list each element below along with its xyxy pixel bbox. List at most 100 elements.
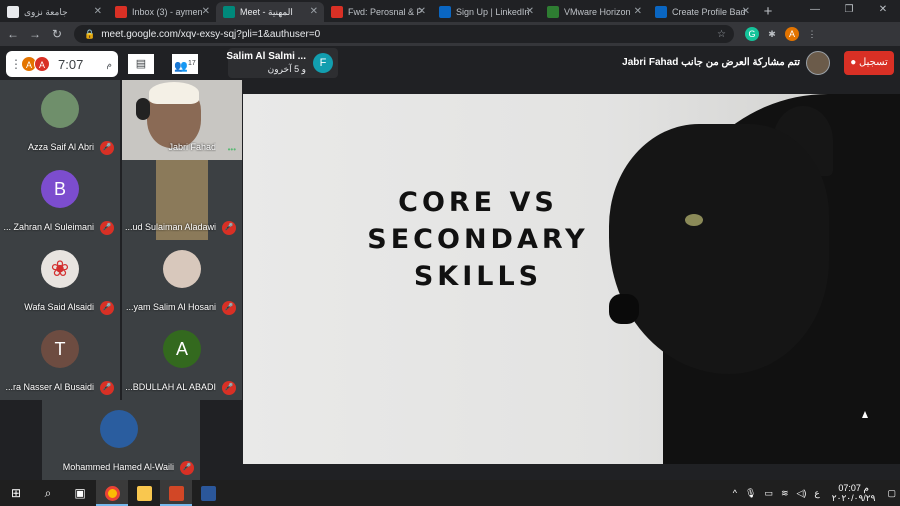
record-icon: ● <box>850 57 857 68</box>
close-icon[interactable]: ✕ <box>418 2 426 22</box>
tab-label: Meet - المهنية <box>240 7 293 17</box>
participant-tile[interactable]: Mohammed Hamed Al-Waili 🎤 <box>42 400 200 480</box>
grammarly-icon[interactable]: G <box>745 27 759 41</box>
participant-tile[interactable]: T ...ra Nasser Al Busaidi 🎤 <box>0 320 120 400</box>
clock-time: 07:07 م <box>838 483 869 493</box>
menu-icon[interactable]: ⋮ <box>805 27 819 41</box>
gmail-icon <box>331 6 343 18</box>
participant-tile[interactable]: ❀ Wafa Said Alsaidi 🎤 <box>0 240 120 320</box>
speaking-indicator-icon: ••• <box>227 145 236 154</box>
search-icon[interactable]: ⌕ <box>32 480 64 506</box>
participant-name: ...ud Sulaiman Aladawi <box>124 222 216 232</box>
participant-tile[interactable]: ...yam Salim Al Hosani 🎤 <box>122 240 242 320</box>
presenter-box[interactable]: Salim Al Salmi ... و 5 آخرون F <box>226 48 338 78</box>
battery-icon[interactable]: ▭ <box>764 488 773 499</box>
windows-start-icon[interactable]: ⊞ <box>0 480 32 506</box>
participant-tile[interactable]: B ... Zahran Al Suleimani 🎤 <box>0 160 120 240</box>
linkedin-icon <box>439 6 451 18</box>
puzzle-icon[interactable]: ✱ <box>765 27 779 41</box>
close-icon[interactable]: ✕ <box>94 2 102 22</box>
mic-off-icon: 🎤 <box>100 381 114 395</box>
forward-icon[interactable]: → <box>26 27 44 41</box>
slide-title: CORE VS SECONDARY SKILLS <box>313 184 643 295</box>
close-icon[interactable]: ✕ <box>202 2 210 22</box>
reload-icon[interactable]: ↻ <box>48 27 66 41</box>
close-icon[interactable]: ✕ <box>742 2 750 22</box>
new-tab-button[interactable]: + <box>756 2 780 22</box>
mic-off-icon: 🎤 <box>100 221 114 235</box>
participant-name: Azza Saif Al Abri <box>27 142 94 152</box>
microphone-icon[interactable]: 🎙 <box>745 488 756 499</box>
close-icon[interactable]: ✕ <box>634 2 642 22</box>
slide-title-line: SKILLS <box>413 261 543 292</box>
word-icon[interactable] <box>192 480 224 506</box>
chrome-taskbar-icon[interactable] <box>96 480 128 506</box>
mic-off-icon: 🎤 <box>100 141 114 155</box>
tab-fwd[interactable]: Fwd: Perosnal & P ✕ <box>324 2 432 22</box>
participant-name: Mohammed Hamed Al-Waili <box>62 462 174 472</box>
presenting-text: تتم مشاركة العرض من جانب <box>681 57 800 68</box>
meeting-info-pill[interactable]: ⋮⋮ A A 7:07 م <box>6 51 118 77</box>
meeting-ampm: م <box>106 58 112 69</box>
task-view-icon[interactable]: ▣ <box>64 480 96 506</box>
panther-eye <box>685 214 703 226</box>
meet-icon <box>223 6 235 18</box>
participant-name: ...yam Salim Al Hosani <box>125 302 216 312</box>
bookmark-star-icon[interactable]: ☆ <box>717 29 726 40</box>
volume-icon[interactable]: ◁) <box>797 488 807 499</box>
presenter-name: Jabri Fahad <box>622 57 679 68</box>
clock-date: ٢٠٢٠/٠٩/٢٩ <box>831 493 876 503</box>
close-icon[interactable]: ✕ <box>310 2 318 22</box>
tab-label: VMware Horizon <box>564 7 631 17</box>
participant-video-tile[interactable]: Jabri Fahad ••• <box>122 80 242 160</box>
powerpoint-icon[interactable] <box>160 480 192 506</box>
avatar: A <box>163 330 201 368</box>
lock-icon: 🔒 <box>84 28 96 39</box>
participant-tile[interactable]: Azza Saif Al Abri 🎤 <box>0 80 120 160</box>
chat-icon[interactable]: ▤ <box>128 54 154 74</box>
tab-profile-badge[interactable]: Create Profile Bad ✕ <box>648 2 756 22</box>
headset-icon <box>136 98 150 120</box>
people-icon[interactable]: 👥17 <box>172 54 198 74</box>
record-button[interactable]: ● تسجيل <box>844 51 894 75</box>
presenter-box-others: و 5 آخرون <box>267 64 306 74</box>
close-icon[interactable]: ✕ <box>526 2 534 22</box>
avatar <box>163 250 201 288</box>
participant-tile[interactable]: A ...BDULLAH AL ABADI 🎤 <box>122 320 242 400</box>
avatar: F <box>313 53 333 73</box>
vmware-icon <box>547 6 559 18</box>
participant-tile[interactable]: ...ud Sulaiman Aladawi 🎤 <box>122 160 242 240</box>
chevron-up-icon[interactable]: ^ <box>733 488 737 498</box>
notifications-icon[interactable]: ▢ <box>887 488 896 499</box>
url-input[interactable]: 🔒 meet.google.com/xqv-exsy-sqj?pli=1&aut… <box>74 25 734 43</box>
tab-linkedin[interactable]: Sign Up | LinkedIn ✕ <box>432 2 540 22</box>
profile-avatar[interactable]: A <box>785 27 799 41</box>
avatar: T <box>41 330 79 368</box>
rose-image: ❀ <box>50 256 70 281</box>
tab-vmware[interactable]: VMware Horizon ✕ <box>540 2 648 22</box>
tab-university[interactable]: جامعة نزوى ✕ <box>0 2 108 22</box>
tab-label: Sign Up | LinkedIn <box>456 7 530 17</box>
tab-inbox[interactable]: Inbox (3) - aymen ✕ <box>108 2 216 22</box>
slide-title-line: SECONDARY <box>367 224 589 255</box>
windows-taskbar: ⊞ ⌕ ▣ ^ 🎙 ▭ ≋ ◁) ع 07:07 م ٢٠٢٠/٠٩/٢٩ ▢ <box>0 480 900 506</box>
window-controls: — ❐ ✕ <box>798 0 900 22</box>
participant-name: ... Zahran Al Suleimani <box>3 222 94 232</box>
tab-meet[interactable]: Meet - المهنية ✕ <box>216 2 324 22</box>
mic-off-icon: 🎤 <box>222 301 236 315</box>
slide-title-line: CORE VS <box>398 187 558 218</box>
close-window-icon[interactable]: ✕ <box>866 0 900 22</box>
avatar: B <box>41 170 79 208</box>
back-icon[interactable]: ← <box>4 27 22 41</box>
tab-label: جامعة نزوى <box>24 7 68 17</box>
participant-name: ...BDULLAH AL ABADI <box>125 382 216 392</box>
file-explorer-icon[interactable] <box>128 480 160 506</box>
language-indicator[interactable]: ع <box>814 488 819 499</box>
wifi-icon[interactable]: ≋ <box>781 488 789 499</box>
minimize-icon[interactable]: — <box>798 0 832 22</box>
avatar <box>100 410 138 448</box>
participant-count: 17 <box>187 60 196 67</box>
maximize-icon[interactable]: ❐ <box>832 0 866 22</box>
taskbar-clock[interactable]: 07:07 م ٢٠٢٠/٠٩/٢٩ <box>832 483 876 503</box>
presentation-slide: CORE VS SECONDARY SKILLS <box>243 94 900 464</box>
